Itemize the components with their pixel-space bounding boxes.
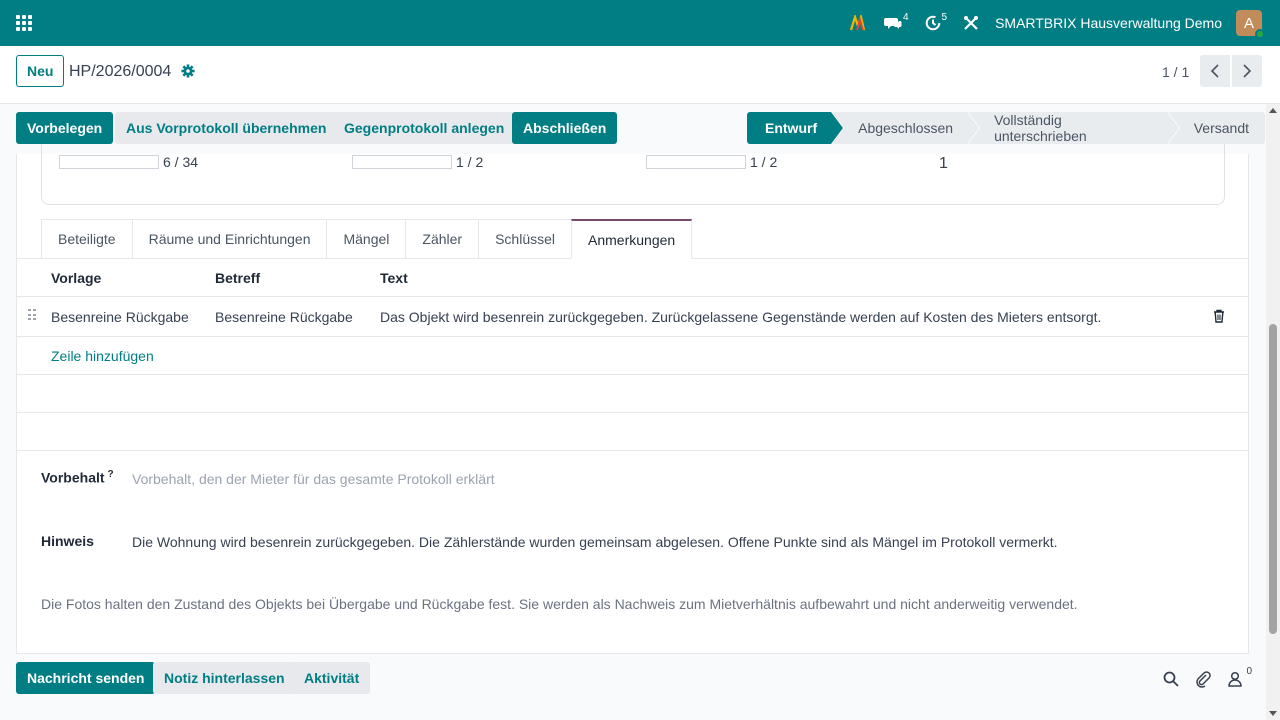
table-header: Vorlage Betreff Text bbox=[17, 259, 1249, 297]
notebook-tabs: Beteiligte Räume und Einrichtungen Mänge… bbox=[41, 219, 693, 259]
messages-button[interactable]: 4 bbox=[883, 11, 909, 31]
progress-bar bbox=[352, 155, 452, 169]
followers-button[interactable]: 0 bbox=[1226, 666, 1252, 688]
stat-value: 1 bbox=[939, 155, 948, 172]
column-header-subject[interactable]: Betreff bbox=[215, 270, 260, 286]
chatter-topbar-icons: 0 bbox=[1148, 666, 1252, 688]
activities-button[interactable]: 5 bbox=[925, 11, 948, 31]
drag-handle-icon[interactable] bbox=[28, 309, 36, 321]
pager-value[interactable]: 1 / 1 bbox=[1162, 64, 1189, 80]
stats-box: 6 / 34 1 / 2 1 / 2 1 bbox=[41, 144, 1225, 205]
company-switcher[interactable] bbox=[963, 15, 979, 31]
reservation-label-text: Vorbehalt bbox=[41, 469, 105, 486]
chevron-left-icon bbox=[1210, 64, 1219, 78]
cell-subject[interactable]: Besenreine Rückgabe bbox=[215, 309, 353, 325]
add-line-link[interactable]: Zeile hinzufügen bbox=[51, 348, 154, 364]
photo-note: Die Fotos halten den Zustand des Objekts… bbox=[41, 596, 1078, 612]
reservation-input[interactable]: Vorbehalt, den der Mieter für das gesamt… bbox=[132, 471, 495, 487]
user-avatar[interactable]: A bbox=[1236, 10, 1265, 39]
search-icon[interactable] bbox=[1162, 670, 1180, 688]
stat-progress-1: 6 / 34 bbox=[59, 154, 198, 170]
activities-badge: 5 bbox=[941, 11, 948, 23]
help-tooltip-icon[interactable]: ? bbox=[108, 469, 114, 480]
status-steps: Entwurf Abgeschlossen Vollständig unters… bbox=[747, 112, 1266, 144]
tab-participants[interactable]: Beteiligte bbox=[41, 219, 132, 259]
cell-template[interactable]: Besenreine Rückgabe bbox=[51, 309, 189, 325]
vertical-scrollbar[interactable] bbox=[1266, 104, 1280, 720]
status-step-sent[interactable]: Versandt bbox=[1167, 112, 1265, 144]
pager-next-button[interactable] bbox=[1232, 55, 1262, 87]
from-previous-protocol-button[interactable]: Aus Vorprotokoll übernehmen bbox=[115, 112, 338, 144]
prefill-button[interactable]: Vorbelegen bbox=[16, 112, 114, 144]
chevron-right-icon bbox=[1243, 64, 1252, 78]
new-button[interactable]: Neu bbox=[16, 55, 65, 87]
company-name[interactable]: SMARTBRIX Hausverwaltung Demo bbox=[995, 15, 1222, 31]
online-status-icon bbox=[1255, 29, 1265, 39]
status-step-closed[interactable]: Abgeschlossen bbox=[832, 112, 981, 144]
tab-remarks[interactable]: Anmerkungen bbox=[571, 219, 693, 259]
table-row[interactable]: Besenreine Rückgabe Besenreine Rückgabe … bbox=[17, 297, 1249, 337]
add-line-row: Zeile hinzufügen bbox=[17, 337, 1249, 375]
hint-field[interactable]: Die Wohnung wird besenrein zurückgegeben… bbox=[132, 534, 1058, 550]
empty-row bbox=[17, 375, 1249, 413]
gear-icon[interactable] bbox=[181, 64, 195, 78]
tools-icon bbox=[964, 16, 979, 30]
column-header-text[interactable]: Text bbox=[380, 270, 408, 286]
stat-progress-2: 1 / 2 bbox=[352, 154, 483, 170]
create-counter-protocol-button[interactable]: Gegenprotokoll anlegen bbox=[333, 112, 516, 144]
hint-label: Hinweis bbox=[41, 533, 94, 549]
stat-progress-3: 1 / 2 bbox=[646, 154, 777, 170]
log-note-button[interactable]: Notiz hinterlassen bbox=[153, 662, 296, 694]
user-icon bbox=[1228, 671, 1242, 687]
tab-keys[interactable]: Schlüssel bbox=[478, 219, 572, 259]
systray: 4 5 SMARTBRIX Hausverwaltung Demo A bbox=[849, 0, 1280, 46]
stat-value: 6 / 34 bbox=[163, 154, 199, 170]
paperclip-icon[interactable] bbox=[1194, 670, 1212, 688]
scroll-up-arrow-icon[interactable] bbox=[1269, 108, 1277, 113]
avatar-letter: A bbox=[1243, 14, 1254, 32]
notes-table: Vorlage Betreff Text Besenreine Rückgabe… bbox=[17, 258, 1249, 451]
logo-icon[interactable] bbox=[849, 15, 868, 31]
send-message-button[interactable]: Nachricht senden bbox=[16, 662, 156, 694]
status-step-fully-signed[interactable]: Vollständig unterschrieben bbox=[968, 112, 1180, 144]
progress-bar bbox=[59, 155, 159, 169]
tab-defects[interactable]: Mängel bbox=[326, 219, 406, 259]
chat-icon bbox=[883, 18, 902, 29]
top-navbar: 4 5 SMARTBRIX Hausverwaltung Demo A bbox=[0, 0, 1280, 46]
trash-icon[interactable] bbox=[1213, 309, 1225, 323]
reservation-label: Vorbehalt? bbox=[41, 469, 114, 486]
progress-bar bbox=[646, 155, 746, 169]
tab-rooms[interactable]: Räume und Einrichtungen bbox=[131, 219, 327, 259]
stat-count: 1 bbox=[939, 155, 948, 173]
control-panel: Neu HP/2026/0004 1 / 1 bbox=[0, 46, 1280, 104]
finish-button[interactable]: Abschließen bbox=[512, 112, 618, 144]
pager-previous-button[interactable] bbox=[1200, 55, 1230, 87]
stat-value: 1 / 2 bbox=[750, 154, 778, 170]
scrollbar-thumb[interactable] bbox=[1269, 324, 1277, 634]
cell-text[interactable]: Das Objekt wird besenrein zurückgegeben.… bbox=[380, 309, 1101, 325]
column-header-template[interactable]: Vorlage bbox=[51, 270, 101, 286]
followers-count: 0 bbox=[1246, 666, 1252, 677]
messages-badge: 4 bbox=[902, 11, 909, 23]
scroll-down-arrow-icon[interactable] bbox=[1269, 711, 1277, 716]
activity-button[interactable]: Aktivität bbox=[293, 662, 371, 694]
empty-row bbox=[17, 413, 1249, 451]
chatter-bar: Nachricht senden Notiz hinterlassen Akti… bbox=[0, 654, 1266, 720]
apps-grid-icon[interactable] bbox=[16, 15, 32, 31]
status-step-draft[interactable]: Entwurf bbox=[747, 112, 845, 144]
stat-value: 1 / 2 bbox=[456, 154, 484, 170]
clock-icon bbox=[925, 15, 940, 31]
record-title: HP/2026/0004 bbox=[69, 63, 172, 80]
form-sheet: 6 / 34 1 / 2 1 / 2 1 Beteiligte Räume un… bbox=[16, 144, 1249, 654]
tab-meters[interactable]: Zähler bbox=[405, 219, 479, 259]
